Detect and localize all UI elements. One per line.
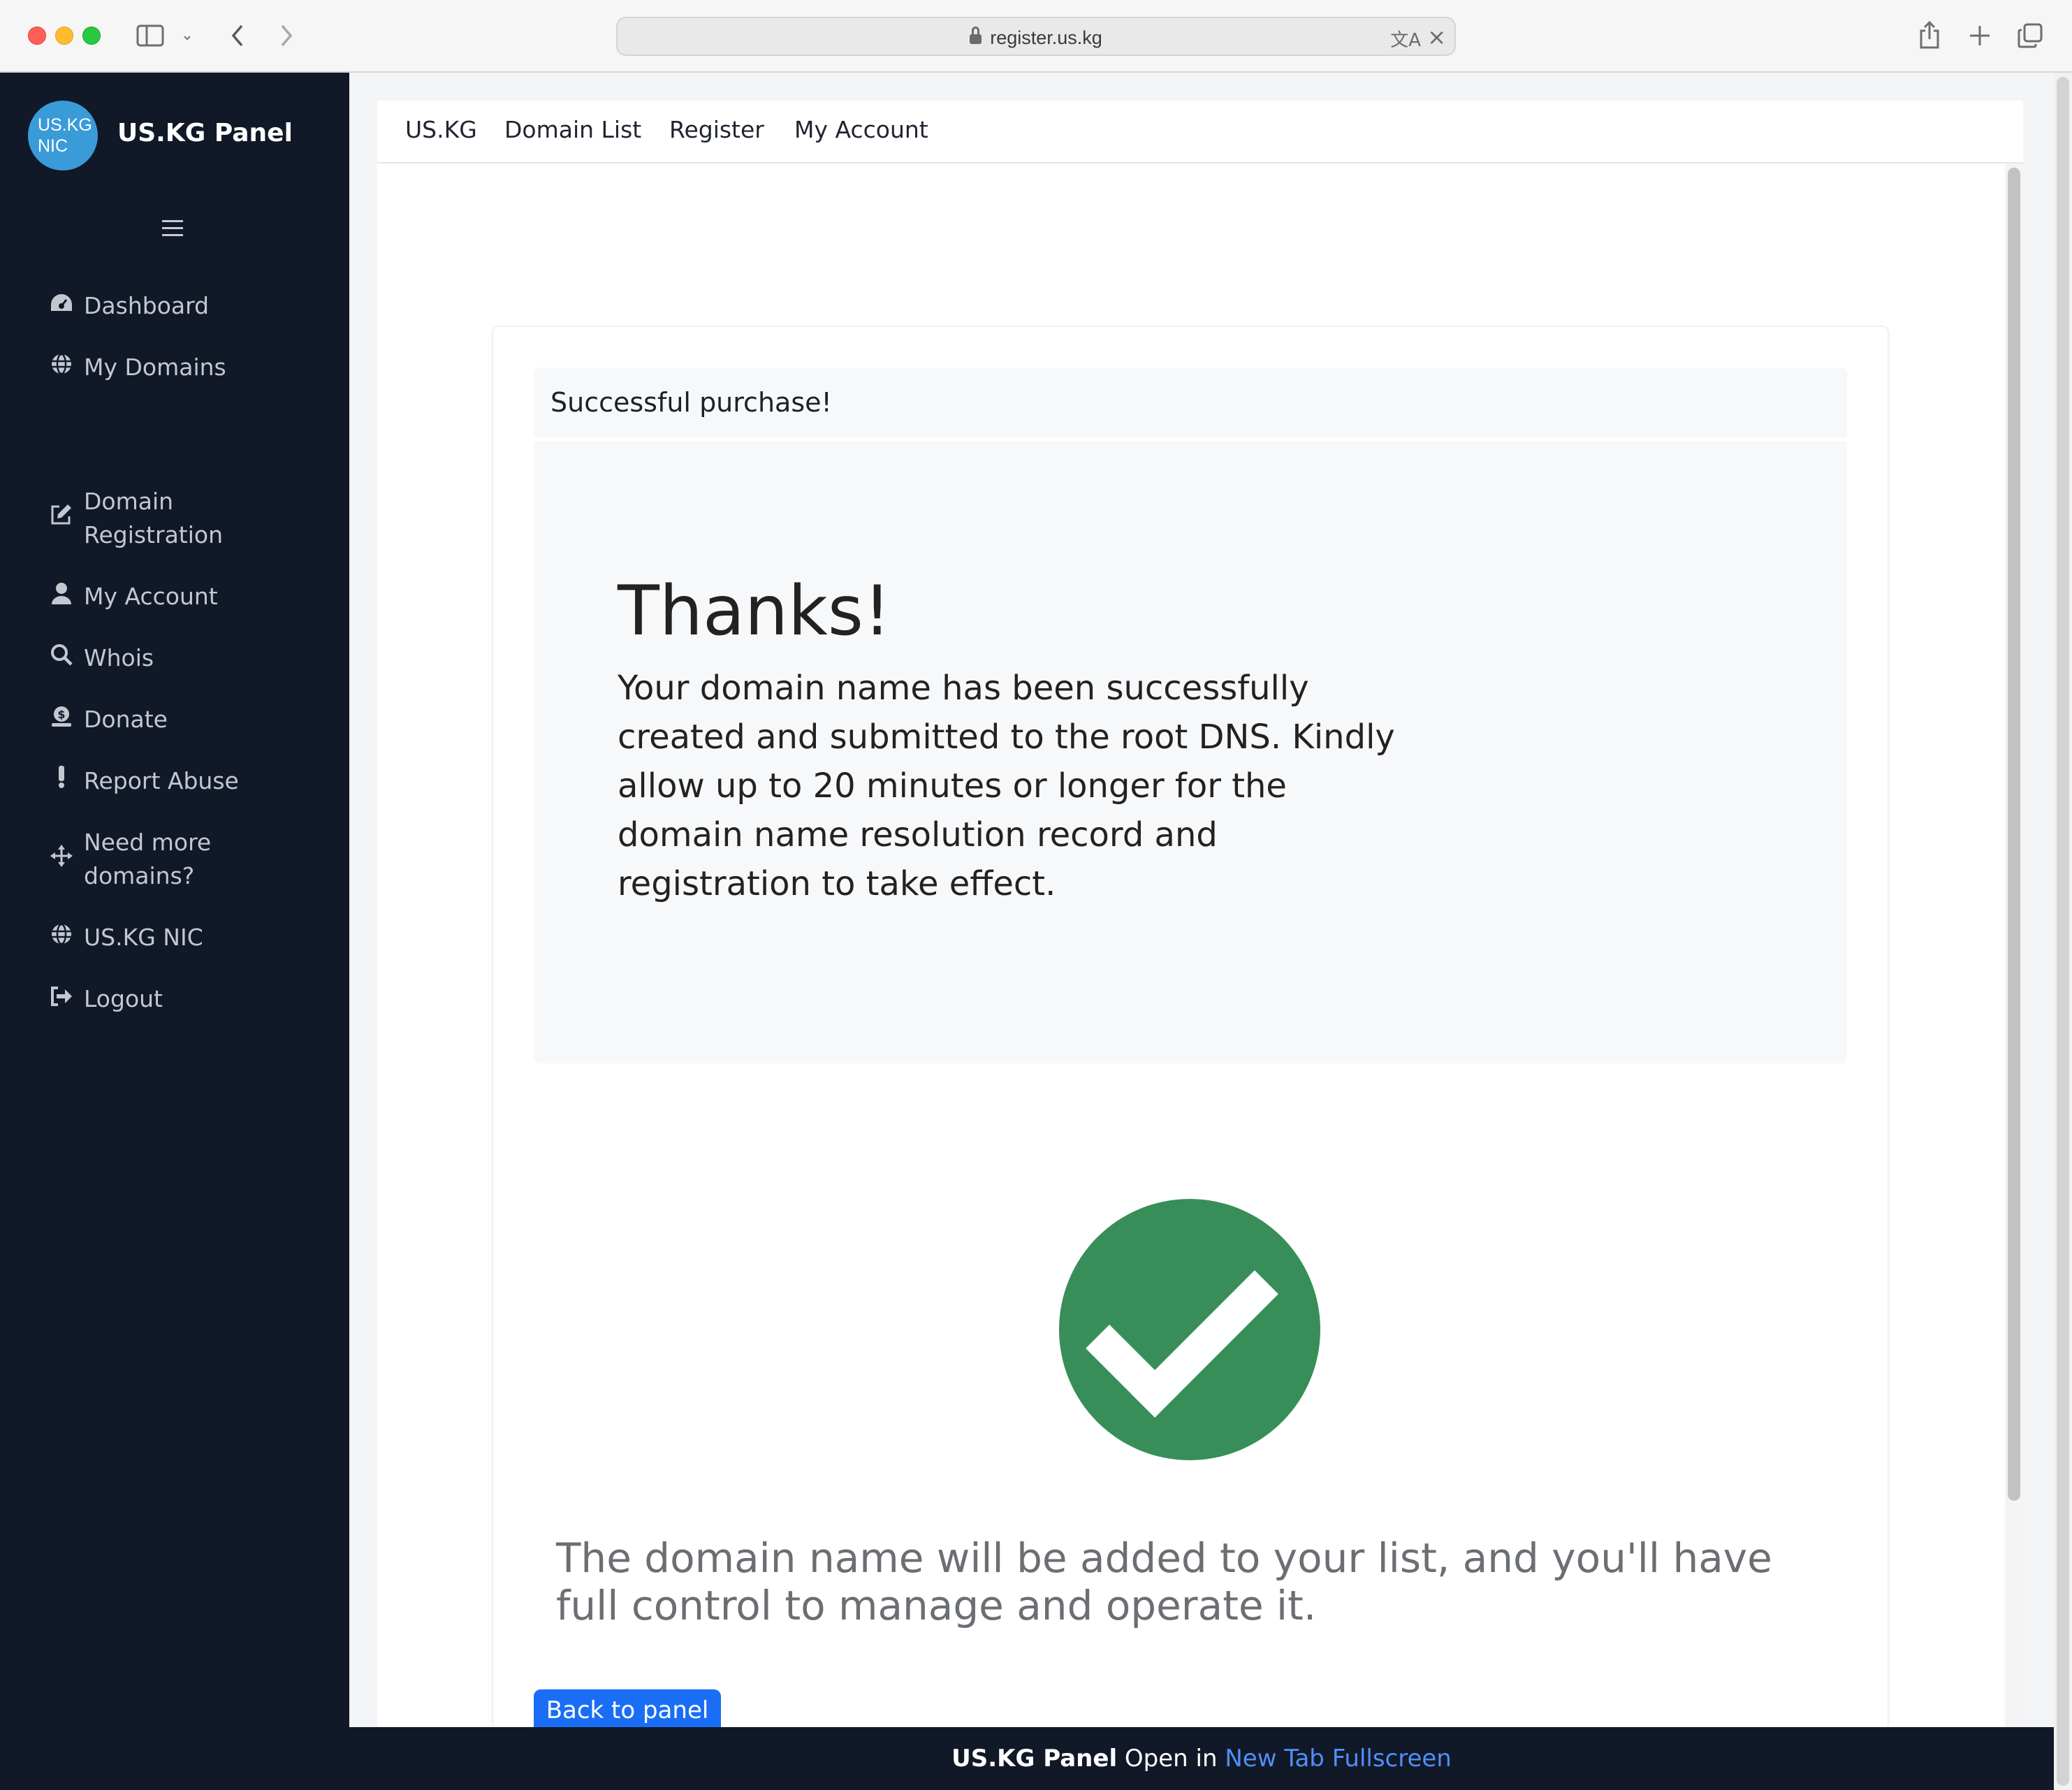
card-header: Successful purchase! (534, 368, 1847, 437)
minimize-window-button[interactable] (55, 27, 73, 45)
forward-arrow-icon[interactable] (272, 18, 300, 53)
sidebar-toggle-icon[interactable] (134, 18, 166, 53)
hamburger-menu-icon[interactable] (162, 212, 183, 245)
sidebar-item-logout[interactable]: Logout (48, 982, 163, 1016)
search-icon (48, 641, 75, 675)
topnav-item-domain-list[interactable]: Domain List (504, 116, 641, 143)
share-icon[interactable] (1914, 18, 1945, 53)
check-mark-icon (1086, 1225, 1278, 1418)
globe-icon (48, 921, 75, 954)
new-tab-icon[interactable] (1964, 18, 1995, 53)
sidebar-item-label: My Account (84, 583, 218, 610)
sidebar-item-need-more-domains[interactable]: Need more domains? (48, 826, 211, 893)
arrows-icon (48, 843, 75, 876)
logout-icon (48, 982, 75, 1016)
thanks-title: Thanks! (618, 572, 891, 651)
sidebar-item-dashboard[interactable]: Dashboard (48, 289, 209, 323)
sidebar-item-domain-registration[interactable]: Domain Registration (48, 485, 223, 552)
back-to-panel-button[interactable]: Back to panel (534, 1689, 721, 1730)
sidebar-item-my-domains[interactable]: My Domains (48, 351, 226, 384)
back-arrow-icon[interactable] (224, 18, 251, 53)
sidebar-item-label: Need more domains? (84, 829, 212, 889)
lock-icon (970, 27, 982, 44)
brand-title[interactable]: US.KG Panel (117, 119, 293, 147)
exclamation-icon (48, 764, 75, 798)
thanks-jumbotron: Thanks! Your domain name has been succes… (534, 442, 1847, 1063)
thanks-message: Your domain name has been successfully c… (618, 669, 1395, 903)
window-scrollbar-thumb[interactable] (2057, 77, 2069, 1786)
footer-bar: US.KG Panel Open in New Tab Fullscreen (349, 1727, 2054, 1790)
sidebar-item-whois[interactable]: Whois (48, 641, 154, 675)
footer-brand: US.KG Panel (951, 1745, 1118, 1773)
sidebar-item-label: My Domains (84, 354, 226, 381)
sidebar: US.KG NIC US.KG Panel Dashboard My Domai… (0, 73, 349, 1790)
sidebar-item-label: Domain Registration (84, 488, 223, 548)
footer-fullscreen-link[interactable]: New Tab Fullscreen (1225, 1745, 1452, 1773)
edit-icon (48, 502, 75, 535)
translate-icon[interactable]: 文A (1390, 26, 1421, 52)
donate-icon: $ (48, 703, 75, 736)
footer-open-in: Open in (1124, 1745, 1218, 1773)
globe-icon (48, 351, 75, 384)
zoom-window-button[interactable] (82, 27, 101, 45)
sidebar-item-label: Dashboard (84, 292, 210, 319)
top-navigation: US.KG Domain List Register My Account (377, 101, 2023, 163)
sidebar-item-label: Logout (84, 985, 163, 1012)
sidebar-item-label: Report Abuse (84, 767, 239, 794)
close-icon[interactable]: × (1427, 24, 1446, 50)
sidebar-item-label: Donate (84, 706, 168, 733)
sidebar-item-donate[interactable]: $ Donate (48, 703, 168, 736)
browser-toolbar: ⌄ register.us.kg 文A × (0, 0, 2072, 73)
sidebar-item-my-account[interactable]: My Account (48, 580, 218, 613)
close-window-button[interactable] (28, 27, 46, 45)
svg-text:$: $ (57, 708, 65, 721)
address-bar[interactable]: register.us.kg 文A × (616, 17, 1456, 56)
tab-overview-icon[interactable] (2015, 18, 2045, 53)
sidebar-item-us-kg-nic[interactable]: US.KG NIC (48, 921, 203, 954)
content-scrollbar-thumb[interactable] (2008, 168, 2020, 1501)
card-header-text: Successful purchase! (550, 387, 832, 418)
sidebar-item-report-abuse[interactable]: Report Abuse (48, 764, 239, 798)
dashboard-icon (48, 289, 75, 323)
topnav-item-us-kg[interactable]: US.KG (405, 116, 477, 143)
sidebar-item-label: Whois (84, 644, 154, 671)
topnav-item-my-account[interactable]: My Account (794, 116, 928, 143)
topnav-item-register[interactable]: Register (669, 116, 764, 143)
chevron-down-icon[interactable]: ⌄ (179, 18, 196, 53)
sidebar-item-label: US.KG NIC (84, 924, 203, 951)
url-text: register.us.kg (618, 27, 1454, 49)
user-icon (48, 580, 75, 613)
brand-logo[interactable]: US.KG NIC (28, 101, 98, 170)
check-circle-icon (1059, 1199, 1320, 1460)
lead-text: The domain name will be added to your li… (556, 1534, 1772, 1629)
